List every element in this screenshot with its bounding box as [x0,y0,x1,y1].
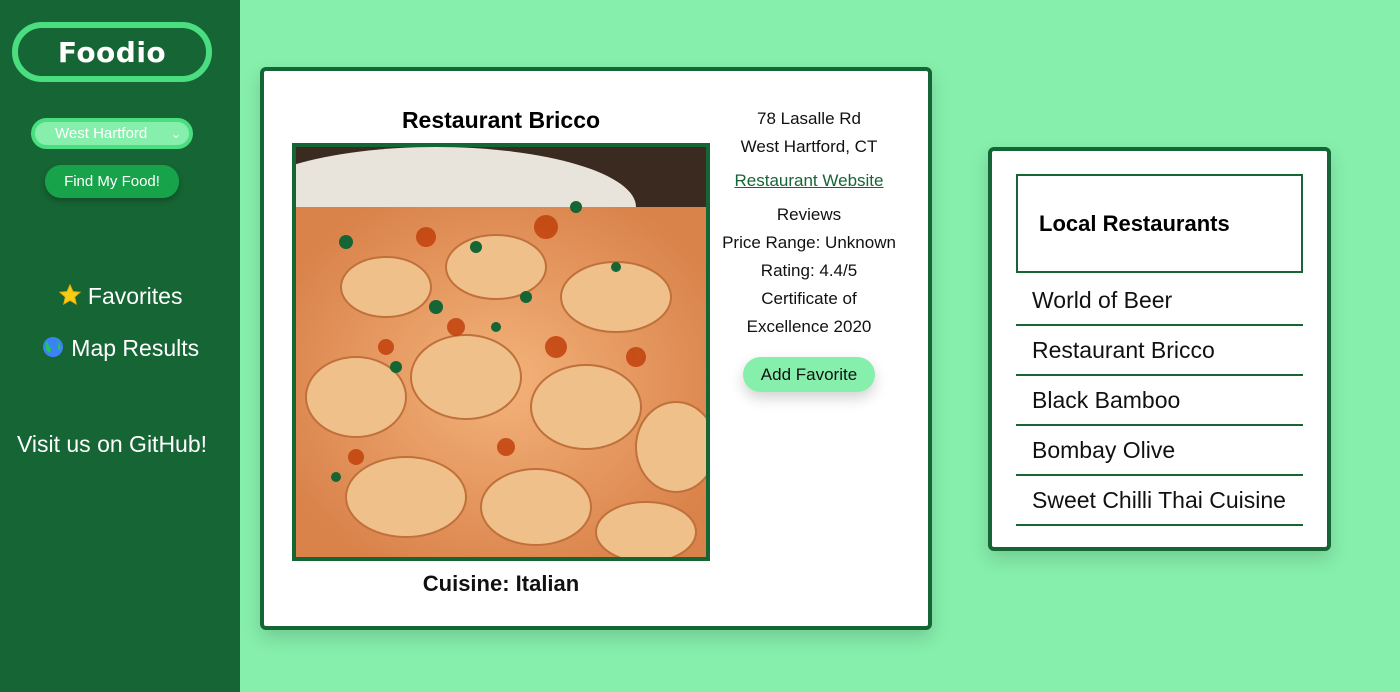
local-restaurants-list: World of Beer Restaurant Bricco Black Ba… [1016,276,1303,526]
star-icon [58,283,88,309]
chevron-down-icon: ⌄ [170,127,181,141]
restaurant-info: 78 Lasalle Rd West Hartford, CT Restaura… [710,105,908,392]
restaurant-website-link[interactable]: Restaurant Website [710,167,908,195]
app-logo[interactable]: Foodio [12,22,212,82]
local-restaurants-title: Local Restaurants [1016,174,1303,273]
city-select[interactable]: West Hartford ⌄ [31,118,193,149]
list-item[interactable]: Bombay Olive [1016,426,1303,476]
nav-map-results-label: Map Results [71,335,200,361]
certificate-line-2: Excellence 2020 [746,317,872,336]
restaurant-cuisine: Cuisine: Italian [422,571,580,596]
sidebar: Foodio West Hartford ⌄ Find My Food! Fav… [0,0,240,692]
local-restaurants-card: Local Restaurants World of Beer Restaura… [988,147,1331,551]
address-line-2: West Hartford, CT [740,137,878,156]
nav-favorites-label: Favorites [87,283,183,309]
find-food-button[interactable]: Find My Food! [45,165,179,198]
restaurant-photo [292,143,710,561]
restaurant-detail-card: Restaurant Bricco Cuisine: Italian 78 La… [260,67,932,630]
rating: Rating: 4.4/5 [760,261,858,280]
github-link[interactable]: Visit us on GitHub! [0,431,224,458]
price-range: Price Range: Unknown [722,233,896,252]
list-item[interactable]: Black Bamboo [1016,376,1303,426]
list-item[interactable]: Restaurant Bricco [1016,326,1303,376]
city-select-value: West Hartford [55,125,148,142]
nav-map-results[interactable]: Map Results [0,335,240,362]
nav-favorites[interactable]: Favorites [0,283,240,310]
list-item[interactable]: Sweet Chilli Thai Cuisine [1016,476,1303,526]
add-favorite-button[interactable]: Add Favorite [743,357,875,392]
restaurant-name: Restaurant Bricco [401,107,601,133]
globe-icon [41,335,71,361]
list-item[interactable]: World of Beer [1016,276,1303,326]
certificate-line-1: Certificate of [761,289,857,308]
address-line-1: 78 Lasalle Rd [757,109,861,128]
reviews-label: Reviews [776,205,842,224]
